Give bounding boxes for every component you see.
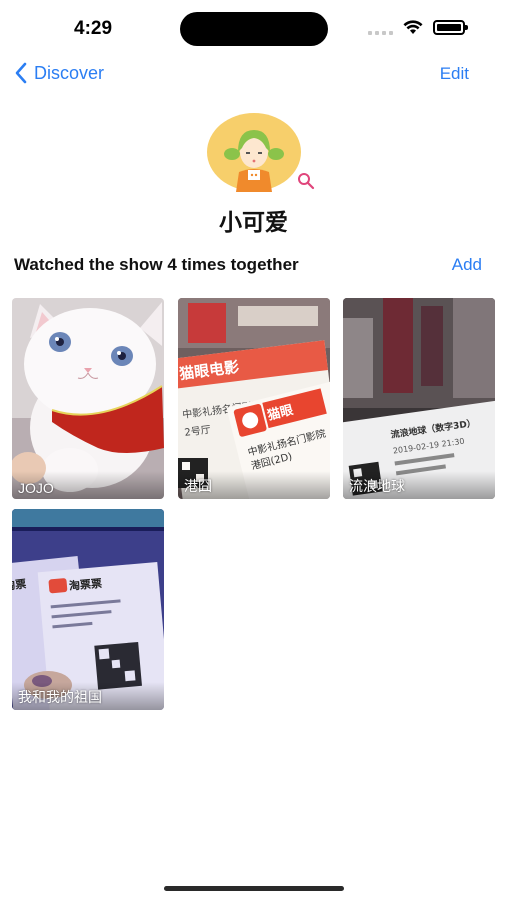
home-indicator[interactable] (164, 886, 344, 891)
cellular-signal-icon (368, 21, 393, 35)
dynamic-island (180, 12, 328, 46)
show-tile-lost-in-hong-kong[interactable]: 猫眼电影 中影礼扬名门影院 2号厅 猫眼 中影礼扬名门影院 港囧(2D) 港囧 (178, 298, 330, 499)
edit-button[interactable]: Edit (440, 64, 469, 84)
back-button[interactable]: Discover (14, 62, 104, 84)
show-tile-jojo[interactable]: JOJO (12, 298, 164, 499)
ticket-photo: 猫眼电影 中影礼扬名门影院 2号厅 猫眼 中影礼扬名门影院 港囧(2D) (178, 298, 330, 499)
ticket-photo: 流浪地球（数字3D） 2019-02-19 21:30 (343, 298, 495, 499)
battery-icon (433, 20, 468, 35)
section-title: Watched the show 4 times together (14, 255, 299, 274)
status-time: 4:29 (74, 18, 113, 39)
chevron-left-icon (15, 62, 27, 84)
wifi-icon (403, 20, 423, 34)
profile-avatar[interactable] (206, 112, 302, 192)
back-button-label: Discover (34, 62, 105, 83)
show-title: JOJO (18, 480, 54, 496)
svg-text:淘票: 淘票 (12, 577, 27, 593)
status-icons (368, 20, 468, 35)
add-button[interactable]: Add (452, 255, 482, 275)
search-icon[interactable] (297, 172, 315, 190)
show-tile-my-people-my-country[interactable]: 淘票 淘票票 我和我的祖国 (12, 509, 164, 710)
show-title: 港囧 (184, 478, 212, 494)
profile-name: 小可爱 (219, 209, 288, 235)
show-title: 我和我的祖国 (18, 689, 102, 705)
cat-photo (12, 298, 164, 499)
svg-text:淘票票: 淘票票 (68, 576, 102, 593)
show-title: 流浪地球 (349, 478, 405, 494)
show-tile-wandering-earth[interactable]: 流浪地球（数字3D） 2019-02-19 21:30 流浪地球 (343, 298, 495, 499)
ticket-photo: 淘票 淘票票 (12, 509, 164, 710)
